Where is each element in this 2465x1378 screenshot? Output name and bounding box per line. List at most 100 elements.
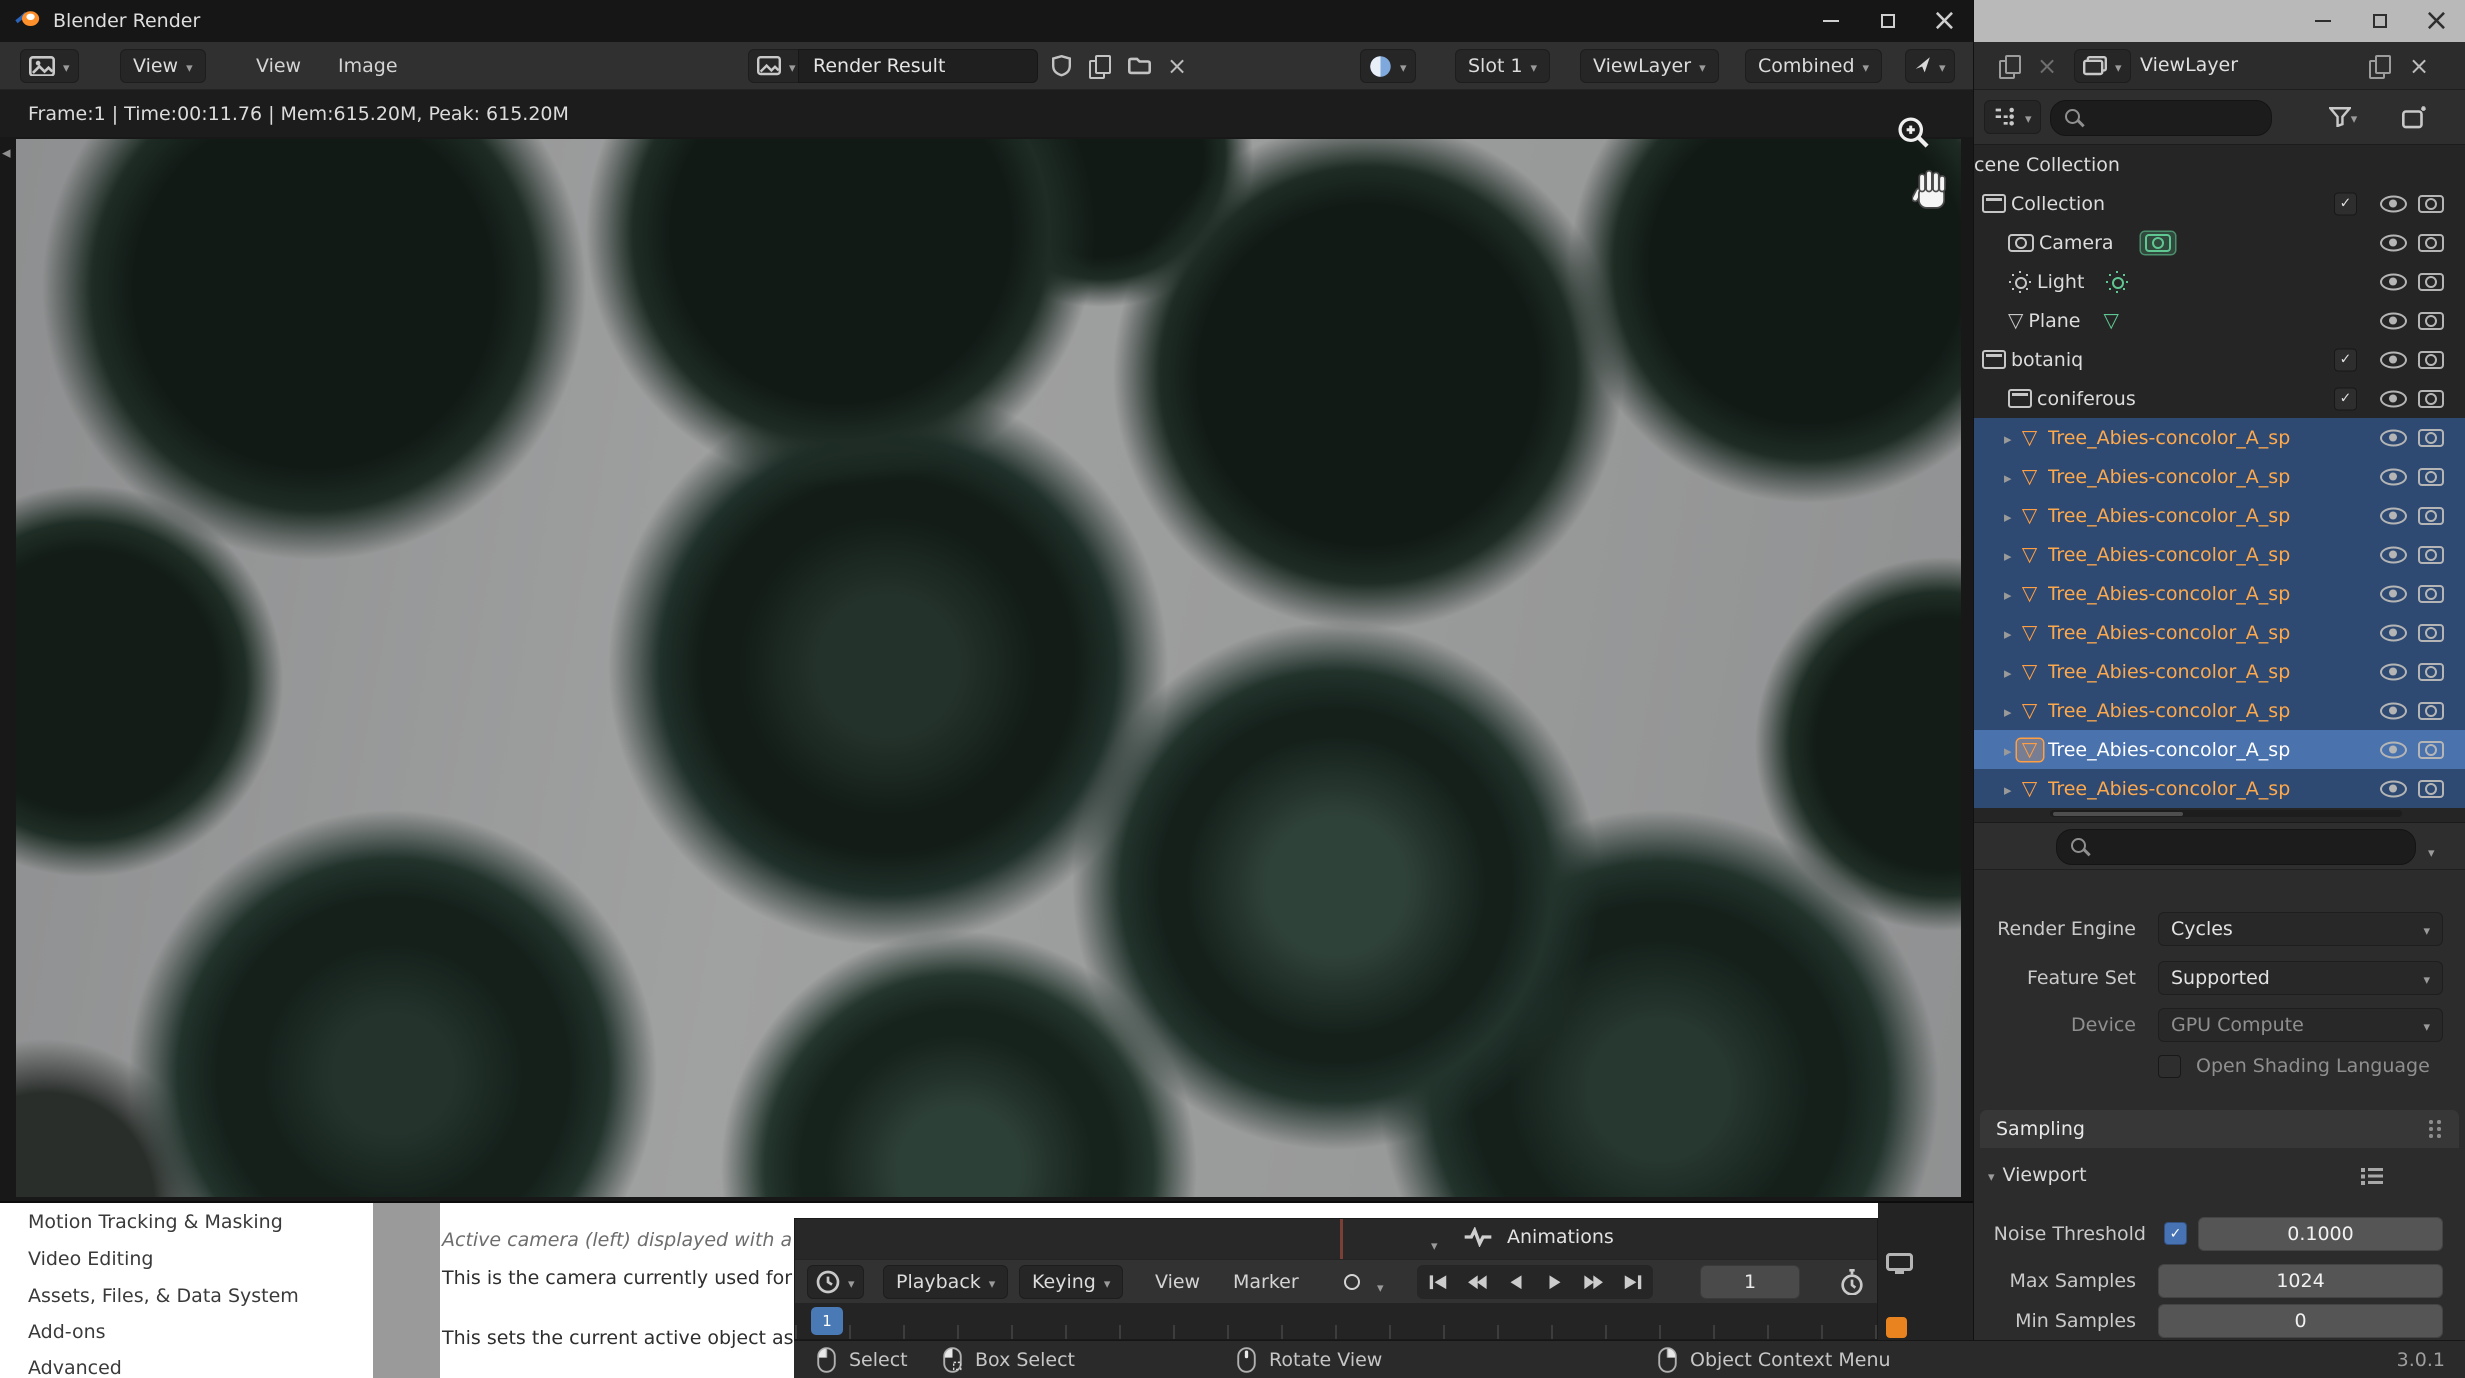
- slot-dropdown[interactable]: Slot 1: [1455, 49, 1550, 83]
- disable-in-renders-icon[interactable]: [2418, 702, 2444, 720]
- outliner-row-plane[interactable]: Plane: [1974, 301, 2465, 340]
- disable-in-renders-icon[interactable]: [2418, 312, 2444, 330]
- timeline-editor-type-dropdown[interactable]: [807, 1265, 864, 1299]
- playhead[interactable]: 1: [811, 1307, 843, 1335]
- expand-arrow-icon[interactable]: [2004, 778, 2012, 800]
- outliner-search-input[interactable]: [2050, 100, 2272, 136]
- outliner-row-tree-8[interactable]: Tree_Abies-concolor_A_sp: [1974, 691, 2465, 730]
- timeline-ruler[interactable]: 1: [795, 1303, 1877, 1339]
- main-close-button[interactable]: [2408, 0, 2465, 42]
- docs-toc-motion-tracking[interactable]: Motion Tracking & Masking: [28, 1211, 283, 1233]
- docs-toc-advanced[interactable]: Advanced: [28, 1357, 122, 1378]
- render-engine-dropdown[interactable]: Cycles: [2158, 912, 2443, 946]
- docs-toc-video-editing[interactable]: Video Editing: [28, 1248, 153, 1270]
- fake-user-shield-icon[interactable]: [1044, 49, 1078, 83]
- exclude-checkbox[interactable]: [2334, 387, 2357, 410]
- render-window-titlebar[interactable]: Blender Render: [0, 0, 1973, 42]
- noise-threshold-checkbox[interactable]: [2164, 1222, 2187, 1245]
- jump-end-button[interactable]: [1614, 1267, 1651, 1297]
- open-image-button[interactable]: [1122, 49, 1156, 83]
- expand-arrow-icon[interactable]: [2004, 661, 2012, 683]
- hide-in-viewport-icon[interactable]: [2380, 312, 2407, 329]
- outliner-row-collection[interactable]: Collection: [1974, 184, 2465, 223]
- editor-type-dropdown[interactable]: [20, 49, 79, 83]
- properties-options-chevron[interactable]: [2428, 840, 2435, 862]
- hide-in-viewport-icon[interactable]: [2380, 390, 2407, 407]
- viewport-panel-header[interactable]: Viewport: [1974, 1158, 2465, 1192]
- min-samples-field[interactable]: 0: [2158, 1304, 2443, 1338]
- expand-arrow-icon[interactable]: [2004, 700, 2012, 722]
- hide-in-viewport-icon[interactable]: [2380, 546, 2407, 563]
- outliner-scrollbar[interactable]: [2050, 810, 2402, 817]
- timeline-marker-menu[interactable]: Marker: [1225, 1265, 1307, 1299]
- new-image-button[interactable]: [1082, 49, 1116, 83]
- delete-scene-button[interactable]: [2030, 49, 2064, 83]
- panel-collapse-arrow[interactable]: [2, 141, 11, 163]
- properties-search-input[interactable]: [2056, 829, 2416, 865]
- outliner-row-coniferous[interactable]: coniferous: [1974, 379, 2465, 418]
- hide-in-viewport-icon[interactable]: [2380, 585, 2407, 602]
- noise-threshold-field[interactable]: 0.1000: [2198, 1217, 2443, 1251]
- outliner-row-tree-1[interactable]: Tree_Abies-concolor_A_sp: [1974, 418, 2465, 457]
- preset-list-icon[interactable]: [2359, 1166, 2385, 1186]
- outliner-row-tree-6[interactable]: Tree_Abies-concolor_A_sp: [1974, 613, 2465, 652]
- feature-set-dropdown[interactable]: Supported: [2158, 961, 2443, 995]
- disable-in-renders-icon[interactable]: [2418, 663, 2444, 681]
- play-reverse-button[interactable]: [1497, 1267, 1534, 1297]
- unlink-image-button[interactable]: [1160, 49, 1194, 83]
- light-data-icon[interactable]: [2101, 268, 2133, 296]
- next-keyframe-button[interactable]: [1575, 1267, 1612, 1297]
- main-minimize-button[interactable]: [2294, 0, 2351, 42]
- outliner-row-tree-10[interactable]: Tree_Abies-concolor_A_sp: [1974, 769, 2465, 808]
- display-channels-dropdown[interactable]: [1360, 49, 1416, 83]
- docs-toc-addons[interactable]: Add-ons: [28, 1321, 106, 1343]
- disable-in-renders-icon[interactable]: [2418, 741, 2444, 759]
- expand-arrow-icon[interactable]: [2004, 583, 2012, 605]
- outliner-row-botaniq[interactable]: botaniq: [1974, 340, 2465, 379]
- render-viewport[interactable]: [0, 137, 1973, 1201]
- outliner-row-scene-collection[interactable]: Scene Collection: [1974, 145, 2465, 184]
- maximize-button[interactable]: [1859, 0, 1916, 42]
- outliner-row-tree-2[interactable]: Tree_Abies-concolor_A_sp: [1974, 457, 2465, 496]
- auto-keying-options-chevron[interactable]: [1377, 1275, 1384, 1297]
- exclude-checkbox[interactable]: [2334, 348, 2357, 371]
- main-maximize-button[interactable]: [2351, 0, 2408, 42]
- animations-collapse-chevron[interactable]: [1431, 1233, 1438, 1255]
- disable-in-renders-icon[interactable]: [2418, 234, 2444, 252]
- layer-dropdown[interactable]: ViewLayer: [1580, 49, 1719, 83]
- pass-dropdown[interactable]: Combined: [1745, 49, 1882, 83]
- outliner-row-tree-4[interactable]: Tree_Abies-concolor_A_sp: [1974, 535, 2465, 574]
- hide-in-viewport-icon[interactable]: [2380, 741, 2407, 758]
- hide-in-viewport-icon[interactable]: [2380, 702, 2407, 719]
- timeline-view-menu[interactable]: View: [1147, 1265, 1208, 1299]
- new-collection-button[interactable]: [2398, 100, 2432, 134]
- jump-start-button[interactable]: [1419, 1267, 1456, 1297]
- minimize-button[interactable]: [1802, 0, 1859, 42]
- remove-view-layer-button[interactable]: [2402, 49, 2436, 83]
- hide-in-viewport-icon[interactable]: [2380, 429, 2407, 446]
- current-frame-field[interactable]: 1: [1700, 1265, 1800, 1299]
- mode-dropdown[interactable]: View: [120, 49, 206, 83]
- new-scene-button[interactable]: [1992, 49, 2026, 83]
- disable-in-renders-icon[interactable]: [2418, 546, 2444, 564]
- hide-in-viewport-icon[interactable]: [2380, 624, 2407, 641]
- image-browse-dropdown[interactable]: [748, 49, 805, 83]
- view-layer-name[interactable]: ViewLayer: [2140, 54, 2238, 76]
- disable-in-renders-icon[interactable]: [2418, 468, 2444, 486]
- disable-in-renders-icon[interactable]: [2418, 585, 2444, 603]
- expand-arrow-icon[interactable]: [2004, 739, 2012, 761]
- expand-arrow-icon[interactable]: [2004, 622, 2012, 644]
- mesh-data-icon[interactable]: [2100, 308, 2123, 334]
- disable-in-renders-icon[interactable]: [2418, 351, 2444, 369]
- disable-in-renders-icon[interactable]: [2418, 624, 2444, 642]
- expand-arrow-icon[interactable]: [2004, 505, 2012, 527]
- max-samples-field[interactable]: 1024: [2158, 1264, 2443, 1298]
- disable-in-renders-icon[interactable]: [2418, 429, 2444, 447]
- expand-arrow-icon[interactable]: [2004, 466, 2012, 488]
- hide-in-viewport-icon[interactable]: [2380, 663, 2407, 680]
- hide-in-viewport-icon[interactable]: [2380, 351, 2407, 368]
- outliner-row-tree-3[interactable]: Tree_Abies-concolor_A_sp: [1974, 496, 2465, 535]
- disable-in-renders-icon[interactable]: [2418, 390, 2444, 408]
- view-layer-dropdown[interactable]: [2074, 49, 2131, 83]
- prev-keyframe-button[interactable]: [1458, 1267, 1495, 1297]
